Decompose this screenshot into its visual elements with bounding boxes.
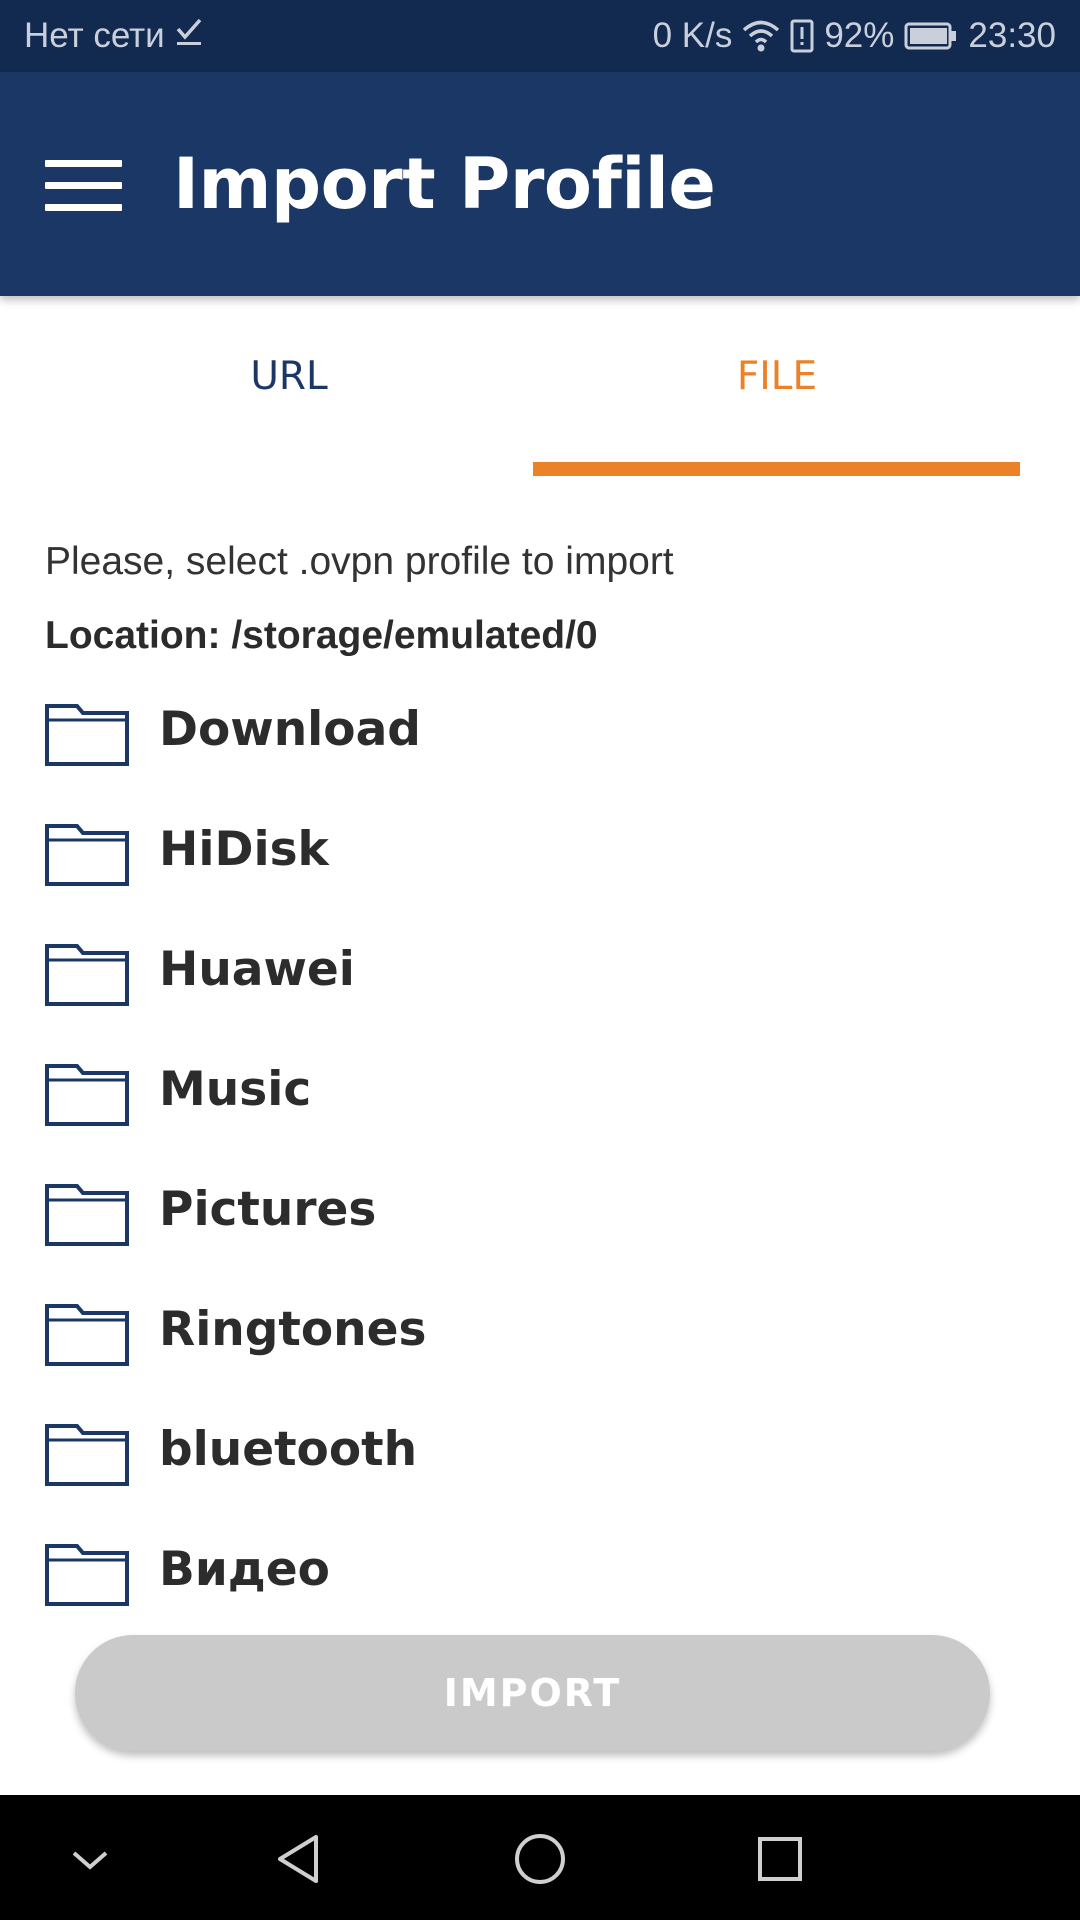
folder-list: Download HiDisk Huawei Music Pictures Ri…	[0, 672, 1080, 1632]
collapse-icon[interactable]	[58, 1827, 122, 1891]
folder-icon	[45, 702, 129, 766]
recents-icon[interactable]	[748, 1827, 812, 1891]
folder-icon	[45, 1422, 129, 1486]
folder-item-music[interactable]: Music	[0, 1032, 1080, 1152]
folder-name: bluetooth	[159, 1422, 418, 1477]
folder-item-hidisk[interactable]: HiDisk	[0, 792, 1080, 912]
folder-icon	[45, 1062, 129, 1126]
folder-icon	[45, 1302, 129, 1366]
app-bar: Import Profile	[0, 72, 1080, 296]
status-bar: Нет сети 0 K/s 92% 23:30	[0, 0, 1080, 72]
folder-item-pictures[interactable]: Pictures	[0, 1152, 1080, 1272]
folder-icon	[45, 1542, 129, 1606]
tab-file[interactable]: FILE	[533, 296, 1021, 476]
folder-item-huawei[interactable]: Huawei	[0, 912, 1080, 1032]
folder-icon	[45, 1182, 129, 1246]
battery-percent: 92%	[824, 16, 895, 55]
status-right: 0 K/s 92% 23:30	[653, 16, 1056, 56]
folder-icon	[45, 822, 129, 886]
folder-name: Download	[159, 702, 421, 757]
folder-item-bluetooth[interactable]: bluetooth	[0, 1392, 1080, 1512]
tab-url[interactable]: URL	[45, 296, 533, 476]
folder-name: Видео	[159, 1542, 330, 1597]
check-icon	[175, 16, 203, 56]
folder-item-ringtones[interactable]: Ringtones	[0, 1272, 1080, 1392]
status-left: Нет сети	[24, 16, 203, 56]
folder-name: Ringtones	[159, 1302, 427, 1357]
folder-icon	[45, 942, 129, 1006]
location-path: Location: /storage/emulated/0	[45, 614, 598, 657]
tab-bar: URL FILE	[0, 296, 1080, 476]
network-status: Нет сети	[24, 16, 165, 55]
hamburger-menu-icon[interactable]	[45, 160, 122, 212]
network-speed: 0 K/s	[652, 16, 733, 55]
system-nav-bar	[0, 1795, 1080, 1920]
folder-item-download[interactable]: Download	[0, 672, 1080, 792]
folder-name: Music	[159, 1062, 312, 1117]
folder-name: Pictures	[159, 1182, 377, 1237]
clock: 23:30	[968, 16, 1056, 55]
folder-name: Huawei	[159, 942, 355, 997]
battery-alert-icon	[790, 19, 814, 53]
home-icon[interactable]	[508, 1827, 572, 1891]
battery-icon	[904, 21, 958, 51]
back-icon[interactable]	[268, 1827, 332, 1891]
instruction-text: Please, select .ovpn profile to import	[45, 540, 674, 583]
folder-item-video[interactable]: Видео	[0, 1512, 1080, 1632]
import-button[interactable]: IMPORT	[75, 1635, 990, 1751]
folder-name: HiDisk	[159, 822, 329, 877]
tab-indicator	[533, 462, 1020, 476]
page-title: Import Profile	[173, 143, 716, 225]
wifi-icon	[742, 19, 780, 53]
